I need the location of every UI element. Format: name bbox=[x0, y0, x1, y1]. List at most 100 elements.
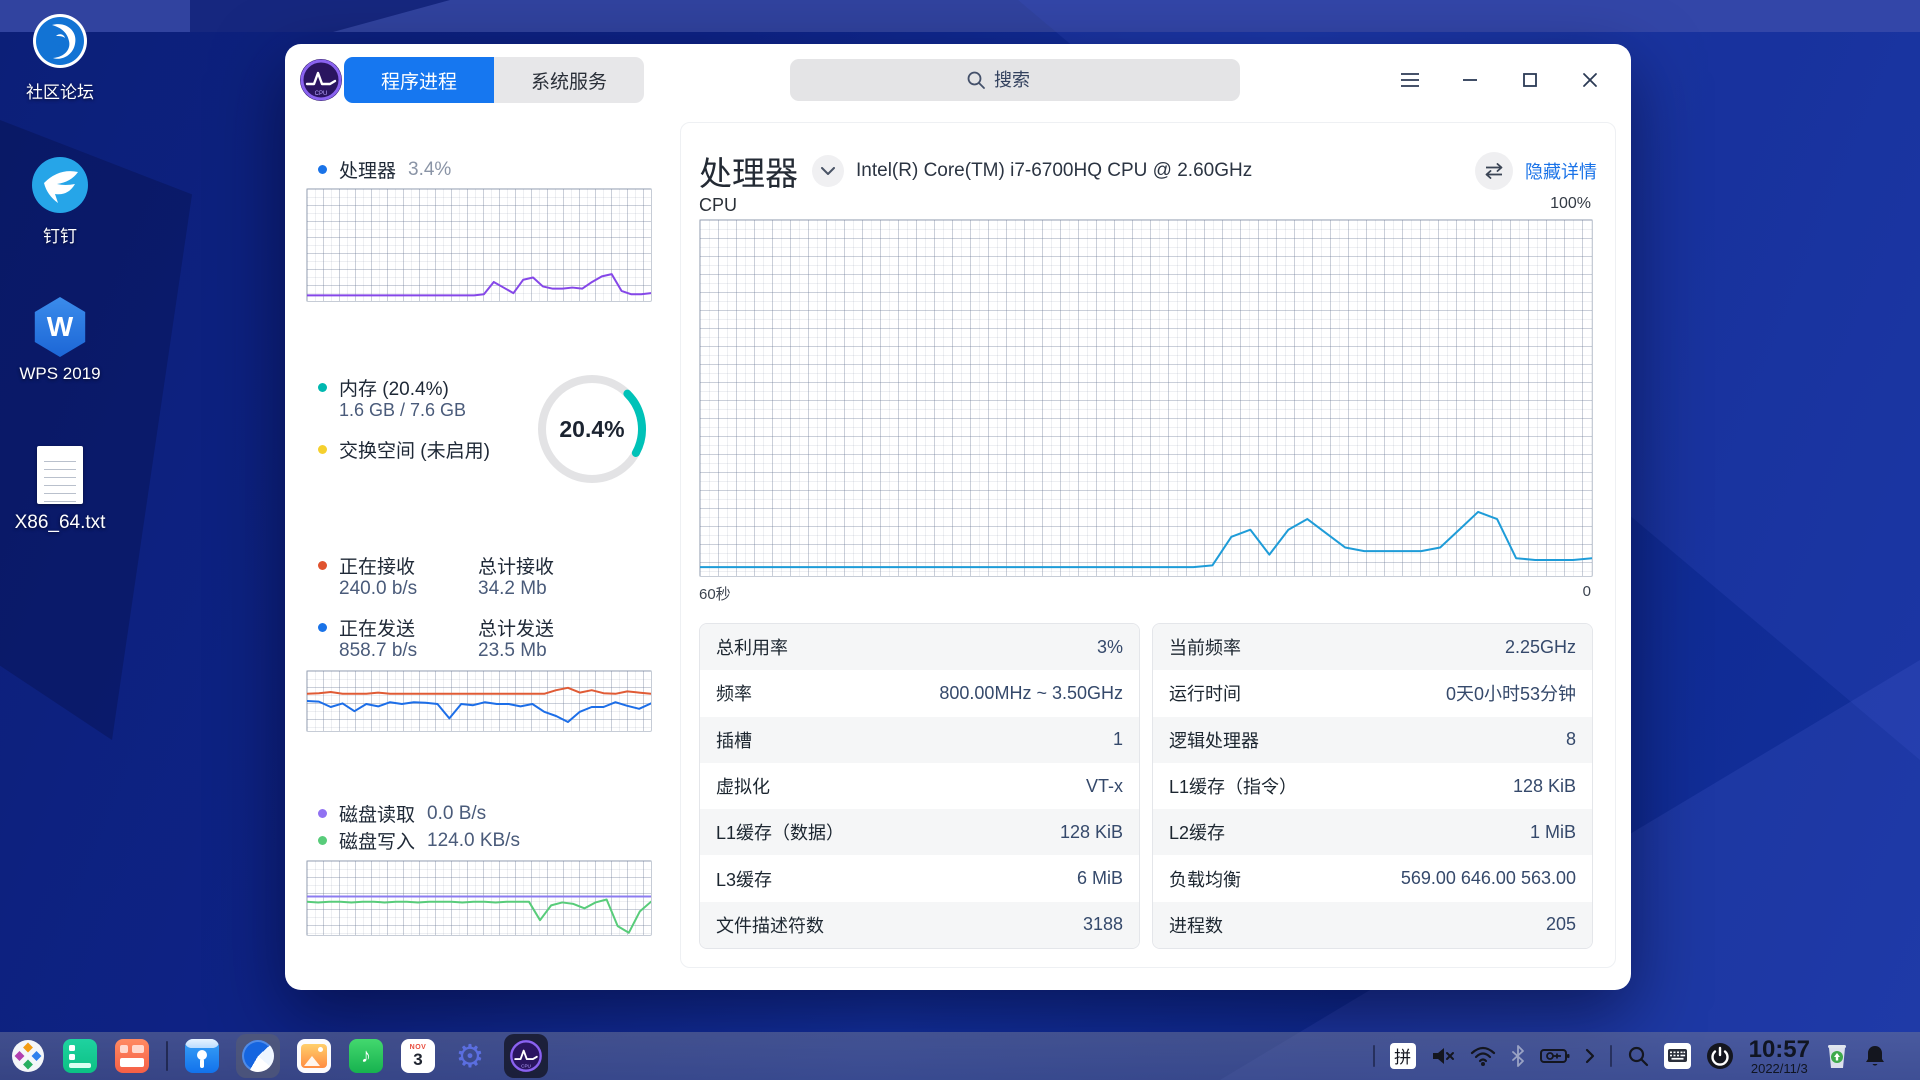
dock-separator bbox=[166, 1041, 168, 1071]
minimize-icon[interactable] bbox=[1453, 63, 1487, 97]
image-viewer-icon[interactable] bbox=[296, 1038, 332, 1074]
stats-table-left: 总利用率3% 频率800.00MHz ~ 3.50GHz 插槽1 虚拟化VT-x… bbox=[699, 623, 1140, 949]
memory-gauge-label: 20.4% bbox=[531, 368, 653, 490]
swap-dot-icon bbox=[318, 445, 327, 454]
menu-icon[interactable] bbox=[1393, 63, 1427, 97]
desktop: 社区论坛 钉钉 W WPS 2019 X86_64.txt bbox=[0, 0, 1920, 1080]
swap-arrows-icon bbox=[1484, 163, 1504, 179]
music-icon[interactable]: ♪ bbox=[348, 1038, 384, 1074]
table-row: 总利用率3% bbox=[700, 624, 1139, 670]
multitasking-view-icon[interactable] bbox=[62, 1038, 98, 1074]
desktop-icon-wps[interactable]: W WPS 2019 bbox=[4, 298, 116, 384]
table-row: 文件描述符数3188 bbox=[700, 902, 1139, 948]
memory-dot-icon bbox=[318, 383, 327, 392]
memory-summary[interactable]: 内存 (20.4%) bbox=[318, 374, 449, 401]
memory-detail: 1.6 GB / 7.6 GB bbox=[339, 400, 466, 421]
notification-bell-icon[interactable] bbox=[1864, 1044, 1886, 1068]
table-row: 频率800.00MHz ~ 3.50GHz bbox=[700, 670, 1139, 716]
maximize-icon[interactable] bbox=[1513, 63, 1547, 97]
control-center-icon[interactable]: ⚙ bbox=[452, 1038, 488, 1074]
table-row: L1缓存（指令）128 KiB bbox=[1153, 763, 1592, 809]
disk-read-label: 磁盘读取 bbox=[339, 800, 415, 827]
clock-date: 2022/11/3 bbox=[1749, 1062, 1810, 1076]
table-row: L2缓存1 MiB bbox=[1153, 809, 1592, 855]
net-recv-total-value: 34.2 Mb bbox=[478, 578, 547, 600]
system-tray: 拼 bbox=[1373, 1037, 1920, 1076]
disk-read-row[interactable]: 磁盘读取 0.0 B/s bbox=[318, 800, 486, 827]
volume-muted-icon[interactable] bbox=[1431, 1046, 1455, 1066]
calendar-icon[interactable]: NOV 3 bbox=[400, 1038, 436, 1074]
net-send-label: 正在发送 bbox=[339, 614, 415, 641]
shutdown-icon[interactable] bbox=[1706, 1042, 1734, 1070]
search-box[interactable] bbox=[790, 59, 1240, 101]
text-file-icon bbox=[31, 446, 89, 504]
disk-write-row[interactable]: 磁盘写入 124.0 KB/s bbox=[318, 827, 520, 854]
table-row: 负载均衡569.00 646.00 563.00 bbox=[1153, 855, 1592, 901]
clock[interactable]: 10:57 2022/11/3 bbox=[1749, 1037, 1810, 1076]
table-row: 运行时间0天0小时53分钟 bbox=[1153, 670, 1592, 716]
net-send-dot-icon bbox=[318, 623, 327, 632]
tray-separator bbox=[1373, 1045, 1375, 1067]
net-send-row[interactable]: 正在发送 bbox=[318, 614, 415, 641]
table-row: 当前频率2.25GHz bbox=[1153, 624, 1592, 670]
net-recv-total-label: 总计接收 bbox=[478, 552, 554, 579]
tab-group: 程序进程 系统服务 bbox=[344, 57, 644, 103]
net-recv-dot-icon bbox=[318, 561, 327, 570]
svg-text:CPU: CPU bbox=[521, 1064, 531, 1069]
tab-processes[interactable]: 程序进程 bbox=[344, 57, 494, 103]
tray-expand-chevron-icon[interactable] bbox=[1585, 1048, 1595, 1064]
cpu-summary[interactable]: 处理器 3.4% bbox=[318, 156, 451, 183]
browser-icon-active[interactable] bbox=[236, 1034, 280, 1078]
cpu-label: 处理器 bbox=[339, 156, 396, 183]
desktop-icon-label: X86_64.txt bbox=[15, 512, 106, 534]
disk-chart bbox=[306, 860, 652, 936]
svg-text:CPU: CPU bbox=[315, 91, 328, 97]
desktop-icon-text-file[interactable]: X86_64.txt bbox=[4, 446, 116, 534]
net-recv-value: 240.0 b/s bbox=[339, 578, 417, 600]
close-icon[interactable] bbox=[1573, 63, 1607, 97]
battery-charging-icon[interactable] bbox=[1540, 1047, 1570, 1065]
bluetooth-icon[interactable] bbox=[1511, 1045, 1525, 1067]
chart-top-axis: CPU 100% bbox=[699, 195, 1591, 216]
desktop-icon-community-forum[interactable]: 社区论坛 bbox=[4, 12, 116, 103]
desktop-icon-dingtalk[interactable]: 钉钉 bbox=[4, 156, 116, 247]
launcher-icon[interactable] bbox=[10, 1038, 46, 1074]
dingtalk-icon bbox=[31, 156, 89, 214]
swap-summary[interactable]: 交换空间 (未启用) bbox=[318, 436, 490, 463]
cpu-value: 3.4% bbox=[408, 159, 451, 181]
clock-time: 10:57 bbox=[1749, 1037, 1810, 1062]
file-manager-icon[interactable] bbox=[184, 1038, 220, 1074]
memory-label: 内存 (20.4%) bbox=[339, 374, 449, 401]
community-forum-icon bbox=[31, 12, 89, 70]
app-store-icon[interactable] bbox=[114, 1038, 150, 1074]
device-select-dropdown[interactable] bbox=[812, 155, 844, 187]
system-monitor-dock-icon-active[interactable]: CPU bbox=[504, 1034, 548, 1078]
table-row: 插槽1 bbox=[700, 717, 1139, 763]
compare-button[interactable] bbox=[1475, 152, 1513, 190]
dock: ♪ NOV 3 ⚙ CPU bbox=[0, 1034, 548, 1078]
system-monitor-window: CPU 程序进程 系统服务 bbox=[285, 44, 1631, 990]
wallpaper-band bbox=[0, 0, 1920, 32]
net-send-total-value: 23.5 Mb bbox=[478, 640, 547, 662]
disk-read-dot-icon bbox=[318, 809, 327, 818]
table-row: L3缓存6 MiB bbox=[700, 855, 1139, 901]
grand-search-icon[interactable] bbox=[1627, 1045, 1649, 1067]
cpu-mini-chart bbox=[306, 188, 652, 302]
memory-gauge: 20.4% bbox=[531, 368, 653, 490]
search-input[interactable] bbox=[994, 70, 1064, 91]
input-method-indicator[interactable]: 拼 bbox=[1390, 1043, 1416, 1069]
desktop-icon-label: WPS 2019 bbox=[19, 364, 100, 384]
net-recv-row[interactable]: 正在接收 bbox=[318, 552, 415, 579]
titlebar[interactable]: CPU 程序进程 系统服务 bbox=[285, 44, 1631, 116]
desktop-icon-label: 社区论坛 bbox=[26, 78, 94, 103]
search-icon bbox=[966, 70, 986, 90]
table-row: L1缓存（数据）128 KiB bbox=[700, 809, 1139, 855]
window-controls bbox=[1393, 44, 1631, 116]
desktop-icon-label: 钉钉 bbox=[43, 222, 77, 247]
gear-icon: ⚙ bbox=[456, 1040, 485, 1072]
wifi-icon[interactable] bbox=[1470, 1046, 1496, 1066]
onboard-keyboard-icon[interactable] bbox=[1664, 1043, 1691, 1069]
trash-icon[interactable] bbox=[1825, 1042, 1849, 1070]
tab-services[interactable]: 系统服务 bbox=[494, 57, 644, 103]
hide-details-link[interactable]: 隐藏详情 bbox=[1525, 158, 1597, 184]
